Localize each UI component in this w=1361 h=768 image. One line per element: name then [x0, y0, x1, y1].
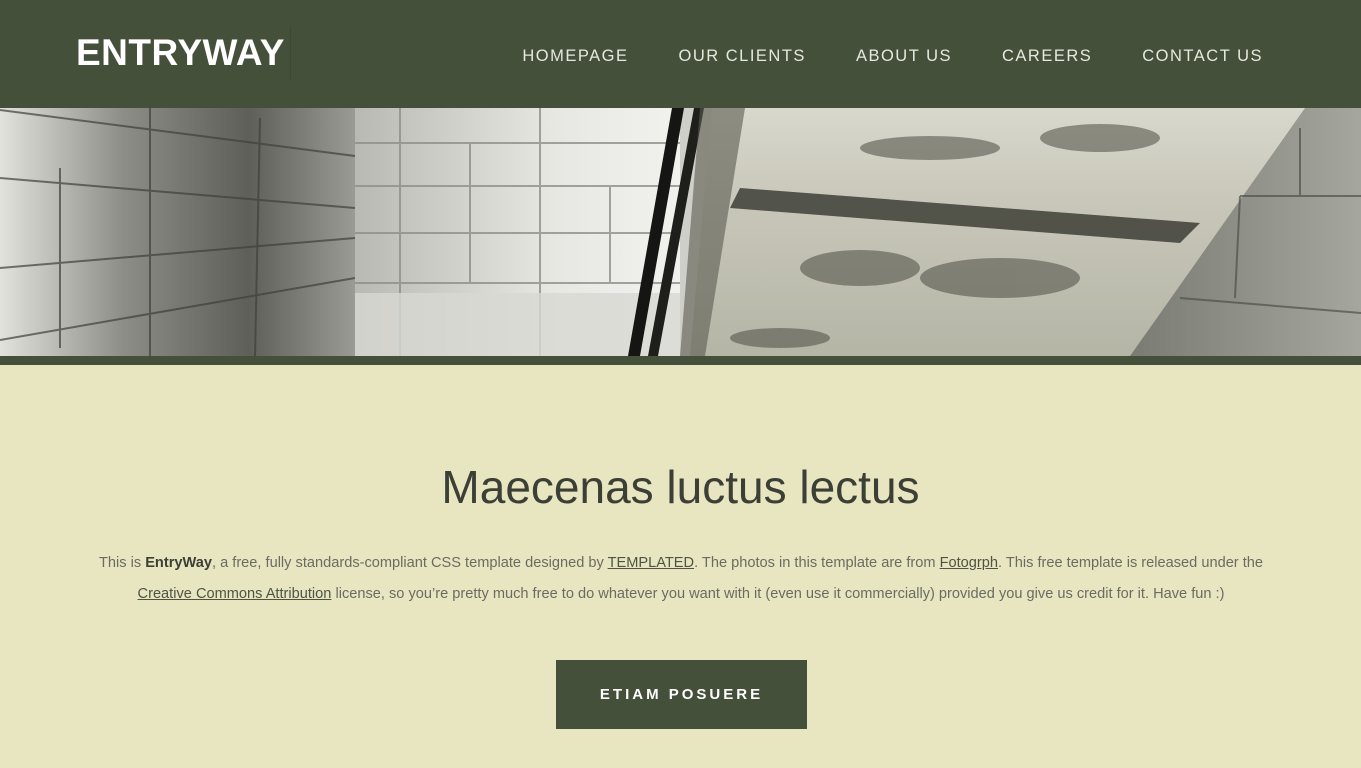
etiam-posuere-button[interactable]: ETIAM POSUERE: [556, 660, 807, 729]
main-section: Maecenas luctus lectus This is EntryWay,…: [0, 365, 1361, 768]
templated-link[interactable]: TEMPLATED: [608, 555, 695, 571]
section-title: Maecenas luctus lectus: [441, 461, 920, 513]
intro-text-2: , a free, fully standards-compliant CSS …: [211, 555, 608, 571]
site-logo[interactable]: ENTRYWAY: [76, 30, 285, 76]
site-header: ENTRYWAY HOMEPAGE OUR CLIENTS ABOUT US C…: [0, 0, 1361, 108]
intro-text-4: . This free template is released under t…: [998, 555, 1264, 571]
main-nav: HOMEPAGE OUR CLIENTS ABOUT US CAREERS CO…: [522, 44, 1263, 68]
fotogrph-link[interactable]: Fotogrph: [940, 555, 998, 571]
banner-divider: [0, 356, 1361, 365]
stairwell-photo: [0, 108, 1361, 356]
intro-text-3: . The photos in this template are from: [694, 555, 940, 571]
banner-image: [0, 108, 1361, 356]
intro-text-1: This is: [98, 555, 146, 571]
creative-commons-link[interactable]: Creative Commons Attribution: [138, 586, 332, 602]
nav-contact-us[interactable]: CONTACT US: [1142, 44, 1263, 68]
nav-about-us[interactable]: ABOUT US: [856, 44, 952, 68]
intro-text-5: license, so you’re pretty much free to d…: [331, 586, 1225, 602]
nav-careers[interactable]: CAREERS: [1002, 44, 1092, 68]
intro-paragraph: This is EntryWay, a free, fully standard…: [96, 548, 1266, 610]
nav-our-clients[interactable]: OUR CLIENTS: [679, 44, 806, 68]
logo-divider: [290, 26, 291, 81]
intro-brand: EntryWay: [145, 555, 212, 571]
nav-homepage[interactable]: HOMEPAGE: [522, 44, 628, 68]
